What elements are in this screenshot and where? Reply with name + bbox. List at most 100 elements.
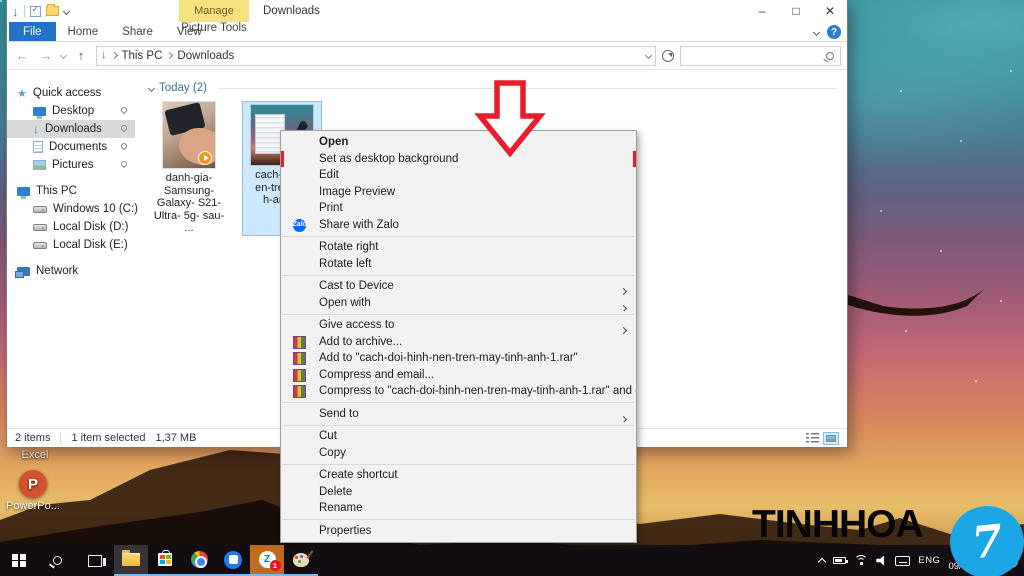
- taskbar: Z1 ENG 5:56 09/03/2021 5: [0, 545, 1024, 576]
- menu-item-rename[interactable]: Rename: [281, 500, 636, 517]
- sidebar-item-this-pc[interactable]: This PC: [7, 182, 135, 200]
- manage-contextual-tab[interactable]: Manage: [179, 0, 249, 22]
- breadcrumb-chevron-icon[interactable]: [110, 51, 118, 60]
- menu-item-rotate-left[interactable]: Rotate left: [281, 256, 636, 273]
- quick-access-toolbar: ↓: [7, 4, 70, 18]
- sidebar-item-local-e[interactable]: Local Disk (E:): [7, 236, 135, 254]
- minimize-button[interactable]: –: [745, 0, 779, 22]
- powerpoint-icon: P: [19, 470, 47, 498]
- watermark-text: TINHHOA: [752, 503, 924, 546]
- thumbnail-view-icon[interactable]: [823, 431, 839, 445]
- wallpaper-stars: [0, 0, 2, 2]
- address-dropdown-chevron-icon[interactable]: [644, 51, 653, 60]
- menu-item-edit[interactable]: Edit: [281, 167, 636, 184]
- menu-item-add-to-named-rar[interactable]: Add to "cach-doi-hinh-nen-tren-may-tinh-…: [281, 350, 636, 367]
- status-divider: [60, 432, 62, 444]
- maximize-button[interactable]: □: [779, 0, 813, 22]
- desktop-icon-powerpoint[interactable]: P PowerPo...: [4, 470, 62, 512]
- group-collapse-chevron-icon[interactable]: [147, 84, 156, 92]
- tab-picture-tools[interactable]: Picture Tools: [179, 22, 249, 34]
- recent-locations-chevron-icon[interactable]: [59, 51, 68, 60]
- tab-file[interactable]: File: [9, 22, 56, 41]
- desktop-icon-excel[interactable]: Excel: [10, 449, 60, 461]
- task-view-button[interactable]: [76, 545, 114, 576]
- drive-icon: [33, 241, 47, 249]
- document-icon: [33, 141, 43, 153]
- menu-item-set-as-desktop-background[interactable]: Set as desktop background: [281, 150, 636, 167]
- address-location-icon: ↓: [101, 49, 107, 61]
- language-indicator[interactable]: ENG: [918, 555, 940, 566]
- pin-icon: [119, 105, 129, 115]
- sidebar-item-quick-access[interactable]: ★ Quick access: [7, 84, 135, 102]
- menu-item-rotate-right[interactable]: Rotate right: [281, 239, 636, 256]
- close-button[interactable]: ✕: [813, 0, 847, 22]
- file-item-video[interactable]: danh-gia- Samsung- Galaxy- S21- Ultra- 5…: [153, 102, 225, 235]
- ribbon-tabs: File Home Share View Picture Tools ?: [7, 22, 847, 42]
- back-icon[interactable]: ←: [13, 48, 31, 63]
- touch-keyboard-icon[interactable]: [895, 555, 911, 566]
- menu-item-cut[interactable]: Cut: [281, 428, 636, 445]
- navigation-pane: ★ Quick access Desktop ↓ Downloads Docum…: [7, 70, 138, 428]
- refresh-icon[interactable]: [662, 49, 674, 62]
- menu-item-copy[interactable]: Copy: [281, 445, 636, 462]
- menu-item-cast-to-device[interactable]: Cast to Device: [281, 278, 636, 295]
- taskbar-zalo[interactable]: Z1: [250, 545, 284, 576]
- breadcrumb-downloads[interactable]: Downloads: [177, 50, 234, 62]
- start-button[interactable]: [0, 545, 38, 576]
- menu-item-create-shortcut[interactable]: Create shortcut: [281, 467, 636, 484]
- menu-item-compress-to-named-rar-and-email[interactable]: Compress to "cach-doi-hinh-nen-tren-may-…: [281, 383, 636, 400]
- search-input[interactable]: [680, 45, 841, 66]
- address-bar[interactable]: ↓ This PC Downloads: [96, 45, 656, 66]
- tray-show-hidden-icons-chevron[interactable]: [818, 557, 827, 567]
- menu-item-properties[interactable]: Properties: [281, 523, 636, 540]
- pin-icon: [119, 141, 129, 151]
- taskbar-chrome[interactable]: [182, 545, 216, 576]
- tab-home[interactable]: Home: [56, 22, 111, 41]
- menu-item-give-access-to[interactable]: Give access to: [281, 317, 636, 334]
- picture-icon: [33, 160, 46, 170]
- taskbar-file-explorer[interactable]: [114, 545, 148, 576]
- help-icon[interactable]: ?: [827, 25, 841, 39]
- battery-icon[interactable]: [833, 557, 849, 564]
- paint-icon: [293, 552, 309, 567]
- new-folder-icon[interactable]: [45, 4, 59, 16]
- wallpaper-branch-silhouette: [845, 288, 985, 316]
- sidebar-item-downloads[interactable]: ↓ Downloads: [7, 120, 135, 138]
- breadcrumb-chevron-icon[interactable]: [166, 51, 174, 60]
- taskbar-blue-app[interactable]: [216, 545, 250, 576]
- details-view-icon[interactable]: [806, 432, 819, 444]
- watermark-seven: 7: [969, 515, 1005, 569]
- menu-item-image-preview[interactable]: Image Preview: [281, 184, 636, 201]
- menu-item-print[interactable]: Print: [281, 200, 636, 217]
- up-icon[interactable]: ↑: [72, 48, 90, 63]
- menu-item-send-to[interactable]: Send to: [281, 406, 636, 422]
- winrar-icon: [293, 335, 306, 349]
- menu-item-compress-and-email[interactable]: Compress and email...: [281, 367, 636, 384]
- sidebar-item-documents[interactable]: Documents: [7, 138, 135, 156]
- sidebar-item-pictures[interactable]: Pictures: [7, 156, 135, 174]
- speaker-icon[interactable]: [876, 555, 885, 566]
- customize-toolbar-chevron-icon[interactable]: [62, 7, 70, 15]
- sidebar-item-local-d[interactable]: Local Disk (D:): [7, 218, 135, 236]
- breadcrumb-this-pc[interactable]: This PC: [122, 50, 163, 62]
- taskbar-microsoft-store[interactable]: [148, 545, 182, 576]
- play-icon: [198, 151, 212, 165]
- sidebar-item-network[interactable]: Network: [7, 262, 135, 280]
- taskbar-search-button[interactable]: [38, 545, 76, 576]
- menu-item-delete[interactable]: Delete: [281, 484, 636, 501]
- pin-icon: [119, 123, 129, 133]
- file-explorer-icon: [122, 550, 140, 566]
- forward-icon[interactable]: →: [37, 48, 55, 63]
- menu-item-open[interactable]: Open: [281, 134, 636, 151]
- wifi-icon[interactable]: [854, 555, 869, 566]
- search-icon: [826, 51, 834, 60]
- properties-icon[interactable]: [29, 4, 41, 17]
- menu-item-open-with[interactable]: Open with: [281, 295, 636, 311]
- tab-share[interactable]: Share: [110, 22, 165, 41]
- ribbon-collapse-chevron-icon[interactable]: [812, 28, 821, 36]
- menu-item-add-to-archive[interactable]: Add to archive...: [281, 334, 636, 351]
- sidebar-item-windows-c[interactable]: Windows 10 (C:): [7, 200, 138, 218]
- taskbar-paint[interactable]: [284, 545, 318, 576]
- sidebar-item-desktop[interactable]: Desktop: [7, 102, 135, 120]
- menu-item-share-with-zalo[interactable]: Zalo Share with Zalo: [281, 217, 636, 234]
